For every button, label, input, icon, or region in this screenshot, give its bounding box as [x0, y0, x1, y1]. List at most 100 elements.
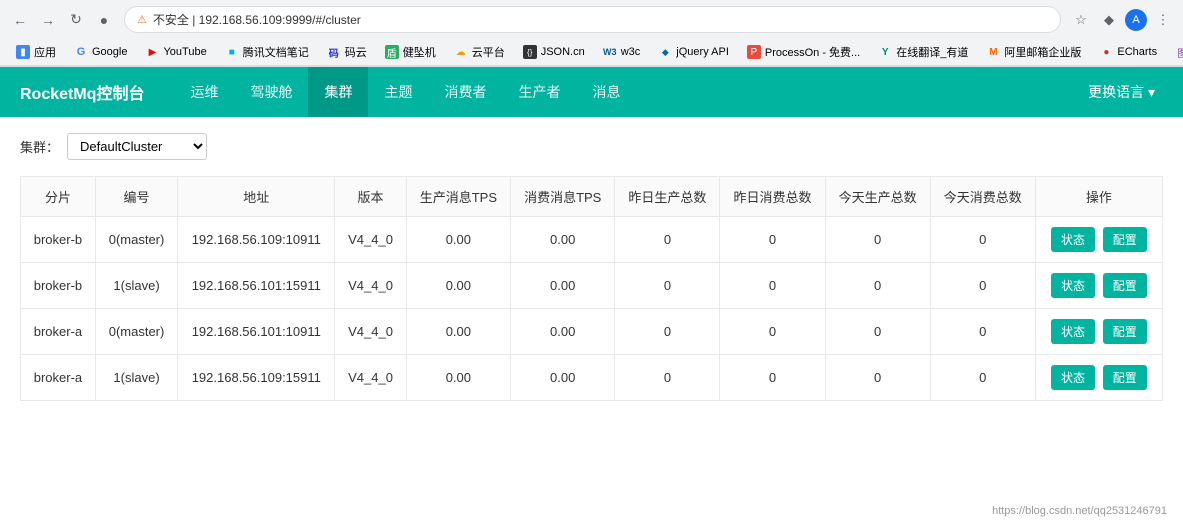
col-today-produce: 今天生产总数: [825, 177, 930, 217]
bookmark-tencent[interactable]: ■ 腾讯文档笔记: [217, 41, 317, 63]
translate-icon: Y: [878, 45, 892, 59]
cell-yesterday-consume: 0: [720, 263, 825, 309]
status-button[interactable]: 状态: [1051, 319, 1095, 344]
home-button[interactable]: ●: [92, 8, 116, 32]
profile-button[interactable]: A: [1125, 9, 1147, 31]
cell-consume-tps: 0.00: [511, 355, 615, 401]
qiniu-icon: 盾: [385, 45, 399, 59]
bookmark-translate-label: 在线翻译_有道: [896, 44, 968, 60]
cell-yesterday-produce: 0: [615, 355, 720, 401]
bookmark-alibaba[interactable]: M 阿里邮箱企业版: [978, 41, 1089, 63]
cloud-icon: ☁: [454, 45, 468, 59]
bookmark-google-label: Google: [92, 46, 127, 58]
nav-item-producer[interactable]: 生产者: [502, 67, 576, 117]
baidu-icon: 码: [327, 45, 341, 59]
cell-shard: broker-a: [21, 355, 96, 401]
status-button[interactable]: 状态: [1051, 365, 1095, 390]
col-produce-tps: 生产消息TPS: [406, 177, 510, 217]
bookmark-apps[interactable]: ▮ 应用: [8, 41, 64, 63]
bookmark-qiniu[interactable]: 盾 健坠机: [377, 41, 444, 63]
cell-yesterday-consume: 0: [720, 355, 825, 401]
cell-yesterday-produce: 0: [615, 309, 720, 355]
bookmark-echarts[interactable]: ● ECharts: [1091, 42, 1165, 62]
cell-today-consume: 0: [930, 263, 1035, 309]
main-content: 集群： DefaultCluster 分片 编号 地址 版本 生产消息TPS 消…: [0, 117, 1183, 497]
cell-produce-tps: 0.00: [406, 355, 510, 401]
nav-item-cluster[interactable]: 集群: [308, 67, 368, 117]
nav-item-message[interactable]: 消息: [576, 67, 636, 117]
cell-address: 192.168.56.109:15911: [178, 355, 335, 401]
config-button[interactable]: 配置: [1103, 227, 1147, 252]
bookmark-jquery-label: jQuery API: [676, 46, 729, 58]
nav-item-ops[interactable]: 运维: [174, 67, 234, 117]
lang-switcher[interactable]: 更换语言 ▾: [1080, 78, 1163, 106]
cell-version: V4_4_0: [335, 355, 406, 401]
col-id: 编号: [95, 177, 177, 217]
cell-today-produce: 0: [825, 263, 930, 309]
cell-consume-tps: 0.00: [511, 263, 615, 309]
status-button[interactable]: 状态: [1051, 227, 1095, 252]
config-button[interactable]: 配置: [1103, 273, 1147, 298]
browser-toolbar: ← → ↻ ● ⚠ 不安全 | 192.168.56.109:9999/#/cl…: [0, 0, 1183, 39]
security-icon: ⚠: [137, 13, 147, 26]
col-today-consume: 今天消费总数: [930, 177, 1035, 217]
cell-today-produce: 0: [825, 355, 930, 401]
bookmark-w3c-label: w3c: [621, 46, 641, 58]
table-header: 分片 编号 地址 版本 生产消息TPS 消费消息TPS 昨日生产总数 昨日消费总…: [21, 177, 1163, 217]
cell-today-consume: 0: [930, 217, 1035, 263]
json-icon: {}: [523, 45, 537, 59]
forward-button[interactable]: →: [36, 8, 60, 32]
bookmark-baidu[interactable]: 码 码云: [319, 41, 375, 63]
bookmark-google[interactable]: G Google: [66, 42, 135, 62]
col-actions: 操作: [1035, 177, 1162, 217]
cell-consume-tps: 0.00: [511, 309, 615, 355]
cell-id: 0(master): [95, 217, 177, 263]
cell-version: V4_4_0: [335, 263, 406, 309]
refresh-button[interactable]: ↻: [64, 8, 88, 32]
cell-shard: broker-b: [21, 263, 96, 309]
app-header: RocketMq控制台 运维 驾驶舱 集群 主题 消费者 生产者 消息 更换语言…: [0, 67, 1183, 117]
cell-actions: 状态 配置: [1035, 263, 1162, 309]
cluster-selector: 集群： DefaultCluster: [20, 133, 1163, 160]
bookmark-processon-label: ProcessOn - 免费...: [765, 44, 860, 60]
bookmark-json[interactable]: {} JSON.cn: [515, 42, 593, 62]
extensions-button[interactable]: ◆: [1097, 8, 1121, 32]
table-header-row: 分片 编号 地址 版本 生产消息TPS 消费消息TPS 昨日生产总数 昨日消费总…: [21, 177, 1163, 217]
menu-button[interactable]: ⋮: [1151, 8, 1175, 32]
cell-today-produce: 0: [825, 217, 930, 263]
nav-item-dashboard[interactable]: 驾驶舱: [234, 67, 308, 117]
config-button[interactable]: 配置: [1103, 365, 1147, 390]
config-button[interactable]: 配置: [1103, 319, 1147, 344]
bookmark-translate[interactable]: Y 在线翻译_有道: [870, 41, 976, 63]
nav-item-topic[interactable]: 主题: [368, 67, 428, 117]
bookmark-cloud[interactable]: ☁ 云平台: [446, 41, 513, 63]
w3c-icon: W3: [603, 45, 617, 59]
col-version: 版本: [335, 177, 406, 217]
bookmark-star-button[interactable]: ☆: [1069, 8, 1093, 32]
nav-item-consumer[interactable]: 消费者: [428, 67, 502, 117]
table-row: broker-b 1(slave) 192.168.56.101:15911 V…: [21, 263, 1163, 309]
bookmark-processon[interactable]: P ProcessOn - 免费...: [739, 41, 868, 63]
nav-menu: 运维 驾驶舱 集群 主题 消费者 生产者 消息: [174, 67, 1080, 117]
address-bar[interactable]: ⚠ 不安全 | 192.168.56.109:9999/#/cluster: [124, 6, 1061, 33]
bookmark-baidu-label: 码云: [345, 44, 367, 60]
back-button[interactable]: ←: [8, 8, 32, 32]
cluster-label: 集群：: [20, 137, 59, 156]
bookmark-w3c[interactable]: W3 w3c: [595, 42, 649, 62]
cell-actions: 状态 配置: [1035, 309, 1162, 355]
cell-today-produce: 0: [825, 309, 930, 355]
status-button[interactable]: 状态: [1051, 273, 1095, 298]
cluster-select[interactable]: DefaultCluster: [67, 133, 207, 160]
col-consume-tps: 消费消息TPS: [511, 177, 615, 217]
cell-yesterday-consume: 0: [720, 309, 825, 355]
header-right: 更换语言 ▾: [1080, 78, 1163, 106]
bookmark-jquery[interactable]: ◆ jQuery API: [650, 42, 737, 62]
cell-produce-tps: 0.00: [406, 217, 510, 263]
col-shard: 分片: [21, 177, 96, 217]
imgbase-icon: 图: [1175, 45, 1183, 59]
cell-yesterday-produce: 0: [615, 217, 720, 263]
bookmark-youtube[interactable]: ▶ YouTube: [137, 42, 214, 62]
bookmark-imgbase[interactable]: 图 图片Base64: [1167, 41, 1183, 63]
bookmark-qiniu-label: 健坠机: [403, 44, 436, 60]
nav-buttons: ← → ↻ ●: [8, 8, 116, 32]
